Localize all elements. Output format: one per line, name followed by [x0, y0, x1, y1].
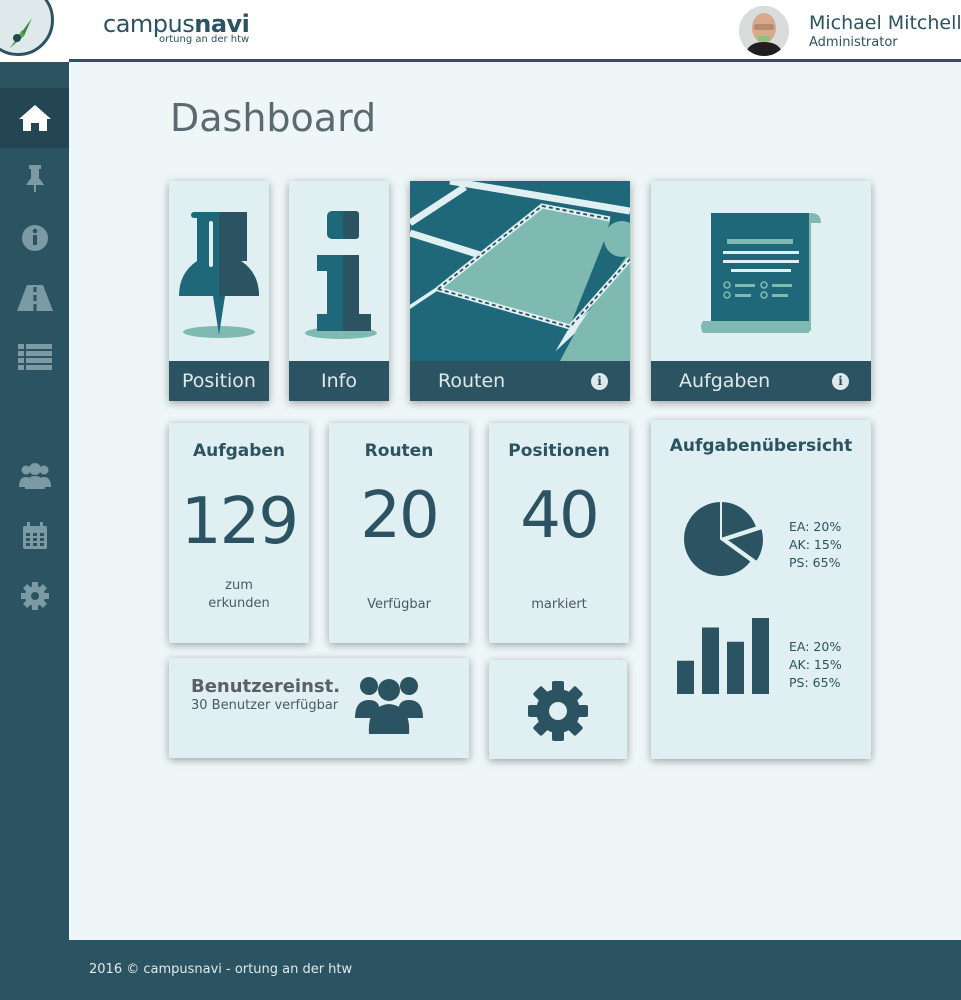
- sidebar-item-positions[interactable]: [0, 148, 69, 208]
- avatar[interactable]: [739, 6, 789, 56]
- users-icon: [18, 463, 51, 489]
- page-title: Dashboard: [170, 96, 377, 140]
- stat-card-aufgaben[interactable]: Aufgaben 129 zum erkunden: [169, 423, 309, 643]
- footer: 2016 © campusnavi - ortung an der htw: [69, 940, 961, 1000]
- users-group-icon: [355, 677, 423, 734]
- aufgaben-info-icon[interactable]: i: [832, 373, 849, 390]
- info-letter-icon: [305, 211, 377, 339]
- info-icon: [21, 225, 48, 251]
- bar-1: [702, 627, 719, 694]
- stat-card-routen[interactable]: Routen 20 Verfügbar: [329, 423, 469, 643]
- overview-title: Aufgabenübersicht: [669, 436, 853, 456]
- tile-settings[interactable]: [489, 660, 627, 759]
- sidebar-item-routes[interactable]: [0, 268, 69, 328]
- routen-info-icon[interactable]: i: [591, 373, 608, 390]
- logo[interactable]: [0, 0, 69, 62]
- home-icon: [18, 105, 51, 131]
- stat-title: Routen: [364, 441, 434, 461]
- pushpin-icon: [179, 212, 259, 338]
- pie-chart: [682, 499, 765, 578]
- stat-caption-line1: zum: [225, 578, 253, 593]
- user-name[interactable]: Michael Mitchell: [809, 12, 961, 34]
- sidebar-item-settings[interactable]: [0, 566, 69, 626]
- legend-entry: AK: 15%: [789, 537, 842, 552]
- stat-title: Positionen: [508, 441, 610, 461]
- road-icon: [16, 285, 53, 311]
- user-role: Administrator: [809, 35, 898, 50]
- stat-caption: markiert: [531, 597, 587, 612]
- users-tile-subtitle: 30 Benutzer verfügbar: [191, 698, 339, 713]
- footer-text: 2016 © campusnavi - ortung an der htw: [89, 962, 353, 977]
- tile-routen-text: Routen: [438, 370, 506, 392]
- gear-icon: [528, 681, 588, 741]
- stat-caption: Verfügbar: [367, 597, 431, 612]
- stat-card-positionen[interactable]: Positionen 40 markiert: [489, 423, 629, 643]
- bar-chart: [677, 618, 769, 694]
- legend-entry: PS: 65%: [789, 675, 841, 690]
- scroll-checklist-icon: [701, 213, 821, 333]
- legend-entry: AK: 15%: [789, 657, 842, 672]
- compass-needle-icon: [10, 18, 32, 48]
- brand-tagline: ortung an der htw: [159, 34, 250, 45]
- pie-legend: EA: 20% AK: 15% PS: 65%: [789, 518, 842, 572]
- map-routes-icon: [410, 181, 630, 364]
- tile-info-label: Info: [289, 361, 389, 401]
- stat-title: Aufgaben: [192, 441, 286, 461]
- sidebar-item-info[interactable]: [0, 208, 69, 268]
- stat-value: 129: [180, 485, 299, 559]
- legend-entry: PS: 65%: [789, 555, 841, 570]
- stat-value: 40: [520, 479, 599, 553]
- tile-aufgaben-label: Aufgaben i: [651, 361, 871, 401]
- stat-value: 20: [360, 479, 439, 553]
- sidebar-item-home[interactable]: [0, 88, 69, 148]
- tile-position-label: Position: [169, 361, 269, 401]
- pin-icon: [25, 165, 44, 192]
- bar-3: [752, 618, 769, 694]
- tile-aufgabenuebersicht[interactable]: Aufgabenübersicht EA: 20% AK: 15% PS: 65…: [651, 420, 871, 759]
- legend-entry: EA: 20%: [789, 519, 842, 534]
- bar-2: [727, 641, 744, 694]
- tile-info[interactable]: Info: [289, 181, 389, 401]
- sidebar-item-calendar[interactable]: [0, 506, 69, 566]
- sidebar: [0, 0, 69, 1000]
- calendar-icon: [22, 522, 47, 549]
- brand-logo[interactable]: campusnavi ortung an der htw: [103, 10, 250, 45]
- bar-legend: EA: 20% AK: 15% PS: 65%: [789, 638, 842, 692]
- top-header: campusnavi ortung an der htw Michael Mit…: [69, 0, 961, 62]
- gear-icon: [20, 582, 49, 610]
- users-tile-title: Benutzereinst.: [191, 676, 341, 697]
- bar-0: [677, 660, 694, 694]
- sidebar-item-list[interactable]: [0, 326, 69, 386]
- tile-routen[interactable]: Routen i: [410, 181, 630, 401]
- sidebar-item-users[interactable]: [0, 446, 69, 506]
- user-photo: [739, 6, 789, 56]
- legend-entry: EA: 20%: [789, 639, 842, 654]
- tile-position[interactable]: Position: [169, 181, 269, 401]
- tile-routen-label: Routen i: [410, 361, 630, 401]
- list-icon: [17, 344, 52, 370]
- tile-benutzer[interactable]: Benutzereinst. 30 Benutzer verfügbar: [169, 658, 469, 758]
- tile-aufgaben-text: Aufgaben: [679, 370, 771, 392]
- tile-aufgaben[interactable]: Aufgaben i: [651, 181, 871, 401]
- stat-caption-line2: erkunden: [208, 596, 270, 611]
